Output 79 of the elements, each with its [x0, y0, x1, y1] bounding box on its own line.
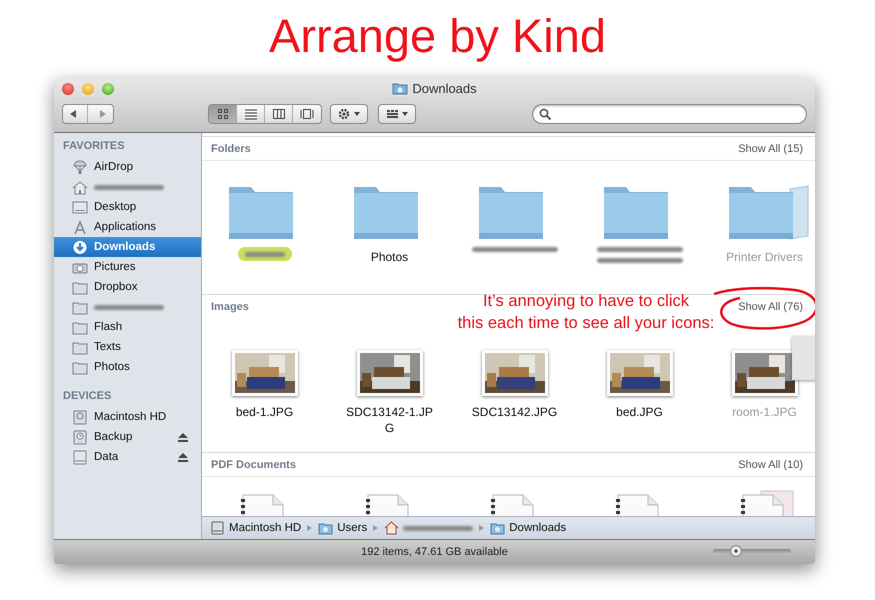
- sidebar-item[interactable]: Backup: [54, 427, 201, 447]
- sidebar-item[interactable]: Downloads: [54, 237, 201, 257]
- show-all-link[interactable]: Show All (76): [738, 300, 803, 312]
- close-button[interactable]: [62, 83, 74, 95]
- apps-icon: [72, 220, 88, 234]
- sidebar-item[interactable]: Desktop: [54, 197, 201, 217]
- image-thumbnail[interactable]: [606, 350, 672, 396]
- image-thumbnail[interactable]: [232, 350, 298, 396]
- section-heading: Folders: [211, 142, 251, 154]
- forward-icon[interactable]: [98, 109, 108, 119]
- path-item[interactable]: Downloads: [490, 521, 566, 535]
- image-thumbnail[interactable]: [482, 350, 548, 396]
- chevron-icon: [372, 524, 380, 532]
- slider-thumb[interactable]: [730, 545, 742, 557]
- annotation-text: It’s annoying to have to click: [482, 291, 690, 312]
- view-mode-control[interactable]: [208, 104, 322, 124]
- show-all-link[interactable]: Show All (15): [738, 142, 803, 154]
- list-icon: [244, 108, 258, 120]
- sidebar-item[interactable]: Pictures: [54, 257, 201, 277]
- file-name: SDC13142-1.JP G: [345, 404, 434, 436]
- folder-icon: [72, 320, 88, 334]
- folder-icon: [490, 521, 506, 535]
- home-icon: [72, 180, 88, 194]
- file-name: Printer Drivers: [725, 249, 804, 265]
- window-title: Downloads: [412, 81, 477, 96]
- file-name: bed-1.JPG: [234, 404, 294, 420]
- search-field[interactable]: [532, 104, 807, 124]
- action-menu-button[interactable]: [330, 104, 368, 124]
- sidebar-item[interactable]: Macintosh HD: [54, 407, 201, 427]
- file-name: Photos: [370, 249, 410, 265]
- folder-icon: [392, 82, 408, 95]
- arrange-icon: [385, 108, 409, 120]
- section-heading: PDF Documents: [211, 458, 296, 470]
- image-thumbnail[interactable]: [356, 350, 422, 396]
- sidebar-item[interactable]: Data: [54, 447, 201, 467]
- path-item[interactable]: [384, 521, 474, 535]
- downloads-icon: [72, 240, 88, 254]
- icons-view-button[interactable]: [209, 105, 237, 123]
- folder-icon: [72, 340, 88, 354]
- arrange-menu-button[interactable]: [378, 104, 416, 124]
- file-name: SDC13142.JPG: [470, 404, 558, 420]
- search-icon: [539, 108, 552, 120]
- path-item[interactable]: Macintosh HD: [210, 521, 302, 535]
- sidebar-item[interactable]: Dropbox: [54, 277, 201, 297]
- sidebar-heading: FAVORITES: [62, 139, 126, 154]
- folder-icon: [72, 280, 88, 294]
- grid-icon: [216, 108, 230, 120]
- chevron-icon: [306, 524, 314, 532]
- backup-icon: [72, 430, 88, 444]
- sidebar-item[interactable]: AirDrop: [54, 157, 201, 177]
- sidebar-item[interactable]: Applications: [54, 217, 201, 237]
- section-heading: Images: [211, 300, 249, 312]
- folder-icon: [72, 300, 88, 314]
- image-thumbnail[interactable]: [732, 350, 798, 396]
- annotation-text: this each time to see all your icons:: [458, 313, 714, 334]
- desktop-icon: [72, 200, 88, 214]
- folder-icon: [318, 521, 334, 535]
- status-text: 192 items, 47.61 GB available: [361, 546, 508, 558]
- columns-icon: [272, 108, 286, 120]
- file-name: room-1.JPG: [731, 404, 798, 420]
- sidebar-item[interactable]: Texts: [54, 337, 201, 357]
- sidebar-item[interactable]: Photos: [54, 357, 201, 377]
- page-heading: Arrange by Kind: [268, 8, 608, 64]
- chevron-icon: [478, 524, 486, 532]
- show-all-link[interactable]: Show All (10): [738, 458, 803, 470]
- home-icon: [384, 521, 400, 535]
- folder-icon: [72, 360, 88, 374]
- file-name: bed.JPG: [615, 404, 664, 420]
- gear-icon: [337, 108, 361, 120]
- eject-icon[interactable]: [177, 452, 189, 462]
- cover-flow-icon: [300, 108, 314, 120]
- airdrop-icon: [72, 160, 88, 174]
- path-item[interactable]: Users: [318, 521, 368, 535]
- sidebar-item[interactable]: Flash: [54, 317, 201, 337]
- back-forward-control[interactable]: [62, 104, 114, 124]
- drive-icon: [72, 450, 88, 464]
- sidebar-heading: DEVICES: [62, 389, 112, 404]
- back-icon[interactable]: [68, 109, 78, 119]
- eject-icon[interactable]: [177, 432, 189, 442]
